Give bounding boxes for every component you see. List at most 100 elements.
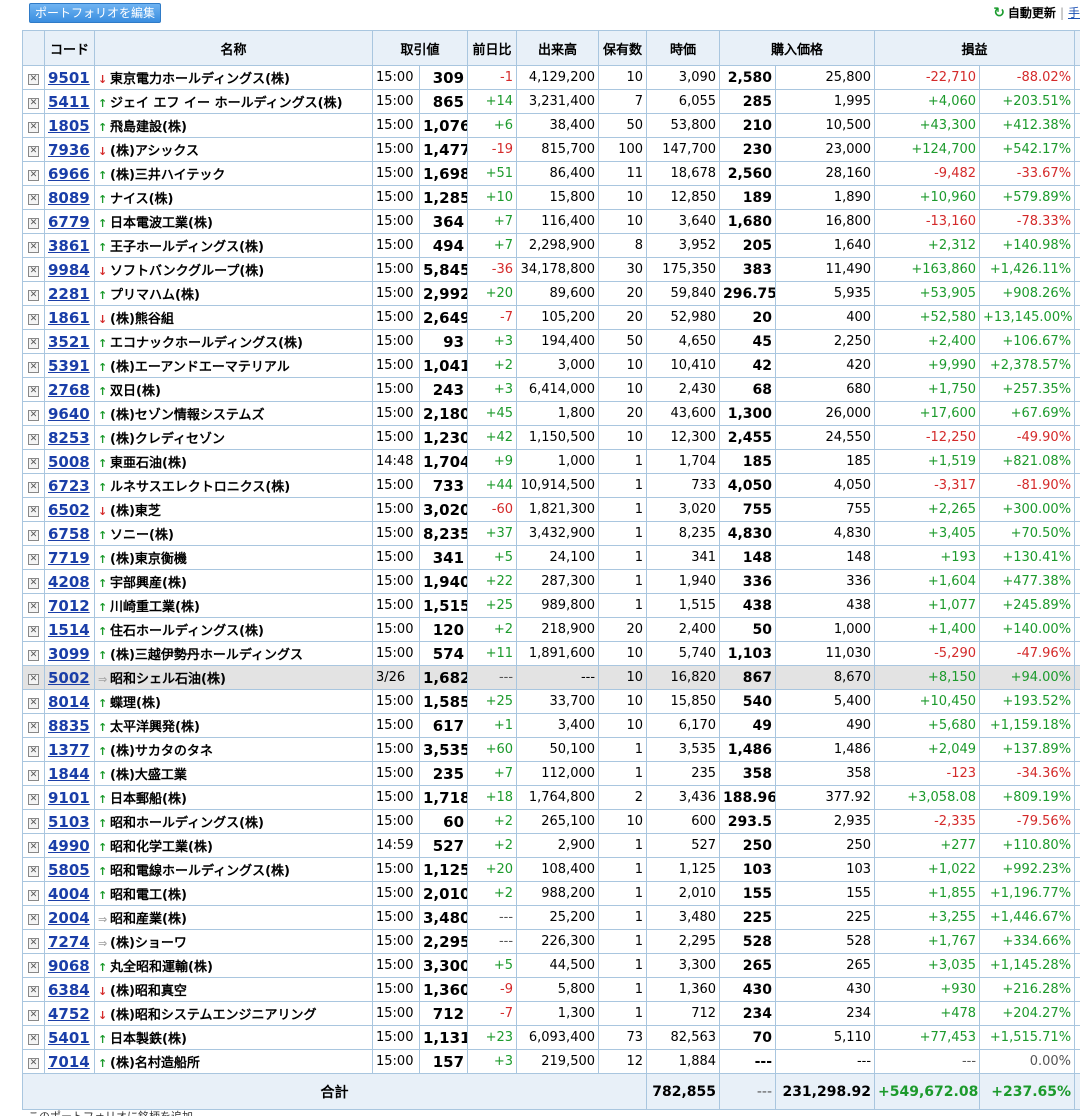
remove-icon[interactable]: ✕ [28,434,39,445]
remove-icon[interactable]: ✕ [28,266,39,277]
stock-code-link[interactable]: 8089 [48,189,90,207]
remove-icon[interactable]: ✕ [28,410,39,421]
remove-icon[interactable]: ✕ [28,386,39,397]
remove-icon[interactable]: ✕ [28,194,39,205]
remove-icon[interactable]: ✕ [28,290,39,301]
stock-code-link[interactable]: 1861 [48,309,90,327]
stock-code-link[interactable]: 1377 [48,741,90,759]
header-value[interactable]: 時価 [646,30,721,66]
stock-code-link[interactable]: 2281 [48,285,90,303]
remove-icon[interactable]: ✕ [28,722,39,733]
stock-code-link[interactable]: 5002 [48,669,90,687]
remove-icon[interactable]: ✕ [28,626,39,637]
edit-portfolio-button[interactable]: ポートフォリオを編集 [29,3,162,23]
remove-icon[interactable]: ✕ [28,482,39,493]
stock-code-link[interactable]: 1844 [48,765,90,783]
add-stock-footer[interactable]: このポートフォリオに銘柄を追加 [28,1108,193,1116]
remove-icon[interactable]: ✕ [28,338,39,349]
stock-code-link[interactable]: 1514 [48,621,90,639]
stock-code-link[interactable]: 9068 [48,957,90,975]
remove-icon[interactable]: ✕ [28,698,39,709]
stock-code-link[interactable]: 7014 [48,1053,90,1071]
remove-icon[interactable]: ✕ [28,578,39,589]
header-profit-loss[interactable]: 損益 [874,30,1076,66]
stock-code-link[interactable]: 2004 [48,909,90,927]
header-code[interactable]: コード [44,30,95,66]
stock-code-link[interactable]: 8253 [48,429,90,447]
stock-code-link[interactable]: 6384 [48,981,90,999]
remove-icon[interactable]: ✕ [28,770,39,781]
stock-code-link[interactable]: 9984 [48,261,90,279]
remove-icon[interactable]: ✕ [28,914,39,925]
remove-icon[interactable]: ✕ [28,746,39,757]
stock-code-link[interactable]: 6966 [48,165,90,183]
stock-code-link[interactable]: 5805 [48,861,90,879]
remove-icon[interactable]: ✕ [28,506,39,517]
profit-loss: -12,250 [874,425,981,450]
stock-code-link[interactable]: 5401 [48,1029,90,1047]
stock-code-link[interactable]: 4208 [48,573,90,591]
remove-icon[interactable]: ✕ [28,794,39,805]
remove-icon[interactable]: ✕ [28,146,39,157]
remove-icon[interactable]: ✕ [28,170,39,181]
remove-icon[interactable]: ✕ [28,554,39,565]
remove-icon[interactable]: ✕ [28,1058,39,1069]
remove-icon[interactable]: ✕ [28,74,39,85]
stock-code-link[interactable]: 7274 [48,933,90,951]
remove-icon[interactable]: ✕ [28,674,39,685]
stock-code-link[interactable]: 5103 [48,813,90,831]
header-name[interactable]: 名称 [94,30,373,66]
stock-code-link[interactable]: 9640 [48,405,90,423]
stock-code-link[interactable]: 5008 [48,453,90,471]
manual-update-link[interactable]: 手 [1068,4,1080,21]
remove-icon[interactable]: ✕ [28,842,39,853]
stock-code-link[interactable]: 7719 [48,549,90,567]
remove-icon[interactable]: ✕ [28,986,39,997]
remove-icon[interactable]: ✕ [28,962,39,973]
remove-icon[interactable]: ✕ [28,1010,39,1021]
remove-icon[interactable]: ✕ [28,602,39,613]
stock-code-link[interactable]: 6779 [48,213,90,231]
stock-code-link[interactable]: 4990 [48,837,90,855]
stock-code-link[interactable]: 3099 [48,645,90,663]
header-quantity[interactable]: 保有数 [598,30,648,66]
header-purchase-price[interactable]: 購入価格 [719,30,876,66]
header-volume[interactable]: 出来高 [516,30,600,66]
remove-icon[interactable]: ✕ [28,530,39,541]
stock-code-link[interactable]: 9501 [48,69,90,87]
stock-code-link[interactable]: 2768 [48,381,90,399]
remove-icon[interactable]: ✕ [28,242,39,253]
stock-code-link[interactable]: 9101 [48,789,90,807]
profit-loss-percent: +140.00% [979,617,1076,642]
stock-code-link[interactable]: 8835 [48,717,90,735]
stock-code-link[interactable]: 4004 [48,885,90,903]
header-change[interactable]: 前日比 [467,30,518,66]
stock-code-link[interactable]: 3861 [48,237,90,255]
stock-code-link[interactable]: 8014 [48,693,90,711]
remove-icon[interactable]: ✕ [28,458,39,469]
stock-code-link[interactable]: 5411 [48,93,90,111]
auto-update-link[interactable]: 自動更新 [1008,4,1056,21]
stock-code-link[interactable]: 4752 [48,1005,90,1023]
stock-code-link[interactable]: 6502 [48,501,90,519]
remove-icon[interactable]: ✕ [28,938,39,949]
refresh-icon[interactable]: ↻ [993,5,1005,21]
remove-icon[interactable]: ✕ [28,98,39,109]
remove-icon[interactable]: ✕ [28,650,39,661]
stock-code-link[interactable]: 7012 [48,597,90,615]
header-price[interactable]: 取引値 [371,30,469,66]
stock-code-link[interactable]: 6758 [48,525,90,543]
remove-icon[interactable]: ✕ [28,122,39,133]
stock-code-link[interactable]: 6723 [48,477,90,495]
remove-icon[interactable]: ✕ [28,362,39,373]
stock-code-link[interactable]: 3521 [48,333,90,351]
stock-code-link[interactable]: 5391 [48,357,90,375]
remove-icon[interactable]: ✕ [28,866,39,877]
remove-icon[interactable]: ✕ [28,218,39,229]
remove-icon[interactable]: ✕ [28,314,39,325]
remove-icon[interactable]: ✕ [28,890,39,901]
remove-icon[interactable]: ✕ [28,818,39,829]
stock-code-link[interactable]: 7936 [48,141,90,159]
stock-code-link[interactable]: 1805 [48,117,90,135]
remove-icon[interactable]: ✕ [28,1034,39,1045]
